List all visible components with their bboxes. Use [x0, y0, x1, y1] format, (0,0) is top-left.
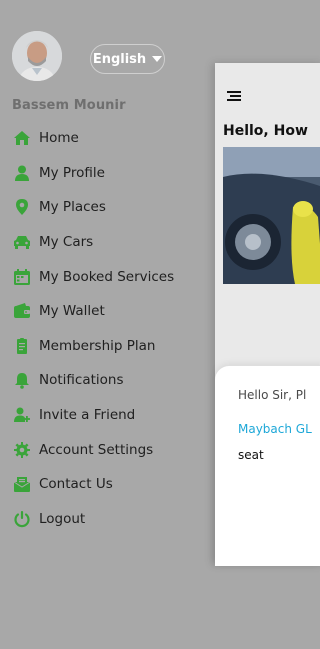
menu-label: My Profile	[39, 164, 105, 181]
menu-label: My Wallet	[39, 303, 105, 320]
menu-label: Invite a Friend	[39, 407, 136, 424]
menu-item-my-places[interactable]: My Places	[12, 190, 212, 225]
menu-label: Home	[39, 130, 79, 147]
menu-label: My Cars	[39, 234, 94, 251]
seat-label: seat	[238, 448, 264, 462]
menu-item-notifications[interactable]: Notifications	[12, 363, 212, 398]
menu-item-home[interactable]: Home	[12, 121, 212, 156]
location-pin-icon	[12, 197, 32, 217]
menu-label: Logout	[39, 510, 86, 527]
home-icon	[12, 128, 32, 148]
user-name: Bassem Mounir	[12, 98, 126, 113]
calendar-icon	[12, 267, 32, 287]
avatar[interactable]	[12, 31, 62, 81]
gear-icon	[12, 440, 32, 460]
menu-item-my-booked-services[interactable]: My Booked Services	[12, 259, 212, 294]
card-message: Hello Sir, Pl	[238, 388, 307, 402]
language-label: English	[92, 51, 147, 67]
language-selector[interactable]: English	[90, 44, 165, 74]
menu-label: Notifications	[39, 372, 124, 389]
car-wash-banner[interactable]	[223, 147, 320, 284]
menu-label: My Booked Services	[39, 268, 175, 285]
booking-card[interactable]: Hello Sir, Pl Maybach GL seat	[215, 366, 320, 566]
caret-down-icon	[152, 56, 163, 62]
invite-friend-icon	[12, 405, 32, 425]
menu-item-my-cars[interactable]: My Cars	[12, 225, 212, 260]
user-icon	[12, 163, 32, 183]
car-icon	[12, 232, 32, 252]
menu-item-membership-plan[interactable]: Membership Plan	[12, 329, 212, 364]
menu-label: Membership Plan	[39, 337, 156, 354]
menu-item-contact-us[interactable]: Contact Us	[12, 467, 212, 502]
menu-label: Contact Us	[39, 476, 113, 493]
greeting-title: Hello, How	[223, 123, 308, 139]
menu-label: My Places	[39, 199, 106, 216]
menu-item-my-wallet[interactable]: My Wallet	[12, 294, 212, 329]
menu-item-account-settings[interactable]: Account Settings	[12, 432, 212, 467]
menu-item-logout[interactable]: Logout	[12, 502, 212, 537]
membership-icon	[12, 336, 32, 356]
car-model-link[interactable]: Maybach GL	[238, 422, 312, 436]
menu-label: Account Settings	[39, 441, 154, 458]
main-screen-preview[interactable]: Hello, How Hello Sir, Pl Maybach GL seat	[215, 63, 320, 566]
power-icon	[12, 509, 32, 529]
menu-item-my-profile[interactable]: My Profile	[12, 156, 212, 191]
wallet-icon	[12, 301, 32, 321]
hamburger-menu-icon[interactable]	[225, 88, 243, 102]
menu-item-invite-a-friend[interactable]: Invite a Friend	[12, 398, 212, 433]
contact-icon	[12, 474, 32, 494]
bell-icon	[12, 370, 32, 390]
drawer-menu: Home My Profile My Places My Cars My Boo…	[12, 121, 212, 536]
